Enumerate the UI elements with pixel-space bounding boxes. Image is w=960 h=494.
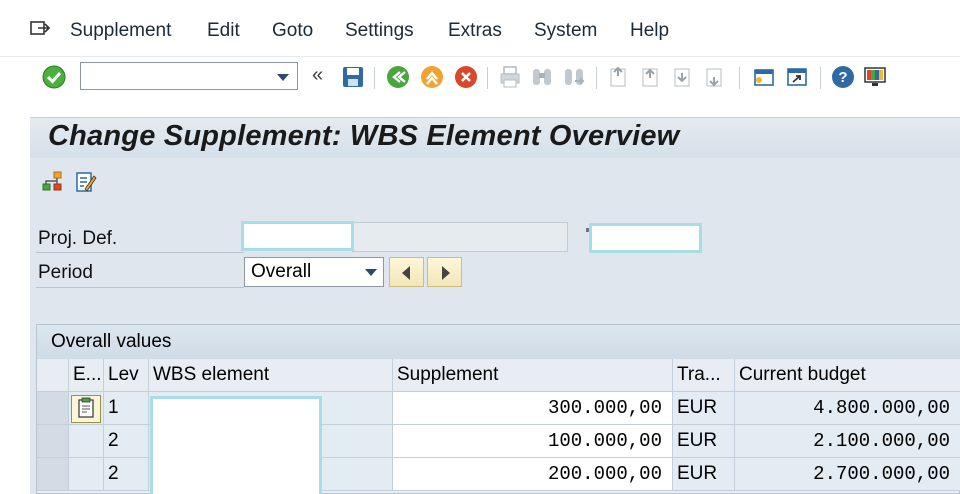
table-cell-lev: 2 (104, 458, 149, 491)
previous-page-icon[interactable] (639, 65, 663, 89)
edit-text-icon[interactable] (74, 170, 98, 194)
toolbar-separator (820, 67, 821, 89)
previous-period-button[interactable] (389, 257, 424, 287)
toolbar-separator (739, 67, 740, 89)
table-cell-current-budget: 4.800.000,00 (735, 392, 960, 425)
period-select[interactable]: Overall (244, 257, 384, 287)
table-cell-lev: 2 (104, 425, 149, 458)
period-value: Overall (251, 261, 312, 282)
proj-def-field[interactable] (241, 221, 354, 251)
table-cell-current-budget: 2.100.000,00 (735, 425, 960, 458)
row-selector-header[interactable] (37, 359, 69, 392)
wbs-element-highlight (150, 396, 322, 494)
menu-arrow-icon[interactable] (30, 20, 50, 38)
first-page-icon[interactable] (607, 65, 631, 89)
table-cell-lev: 1 (104, 392, 149, 425)
period-label: Period (38, 262, 93, 283)
double-chevron-left-icon[interactable]: « (312, 64, 323, 87)
hierarchy-icon[interactable] (40, 170, 64, 194)
find-next-icon[interactable] (562, 65, 586, 89)
table-caption-text: Overall values (51, 331, 172, 352)
menu-edit[interactable]: Edit (207, 20, 240, 42)
next-page-icon[interactable] (671, 65, 695, 89)
standard-toolbar: « ? (0, 57, 960, 99)
menu-system[interactable]: System (534, 20, 597, 42)
proj-def-secondary-field[interactable] (589, 223, 702, 253)
exit-icon[interactable] (420, 65, 444, 89)
table-cell-supplement[interactable]: 300.000,00 (393, 392, 673, 425)
menu-supplement[interactable]: Supplement (70, 20, 171, 42)
cancel-icon[interactable] (454, 65, 478, 89)
menu-help[interactable]: Help (630, 20, 669, 42)
table-cell-e[interactable] (69, 458, 104, 491)
toolbar-gap (0, 99, 960, 117)
next-period-button[interactable] (427, 257, 462, 287)
menu-extras[interactable]: Extras (448, 20, 502, 42)
field-underline (36, 287, 244, 288)
triangle-right-icon (442, 266, 450, 280)
table-cell-currency: EUR (673, 425, 735, 458)
row-selector[interactable] (37, 425, 69, 458)
table-cell-current-budget: 2.700.000,00 (735, 458, 960, 491)
table-cell-supplement[interactable]: 200.000,00 (393, 458, 673, 491)
row-selector[interactable] (37, 392, 69, 425)
column-header-current-budget[interactable]: Current budget (735, 359, 960, 392)
toolbar-separator (374, 67, 375, 89)
help-icon[interactable]: ? (831, 65, 855, 89)
menu-goto[interactable]: Goto (272, 20, 313, 42)
proj-def-description-field (352, 222, 568, 252)
print-icon[interactable] (498, 65, 522, 89)
table-cell-e[interactable] (69, 425, 104, 458)
column-header-wbs-element[interactable]: WBS element (149, 359, 393, 392)
toolbar-separator (487, 67, 488, 89)
table-cell-supplement[interactable]: 100.000,00 (393, 425, 673, 458)
triangle-left-icon (402, 266, 410, 280)
customize-layout-icon[interactable] (863, 65, 887, 89)
find-icon[interactable] (530, 65, 554, 89)
row-selector[interactable] (37, 458, 69, 491)
table-caption: Overall values (37, 325, 960, 360)
back-icon[interactable] (386, 65, 410, 89)
column-header-lev[interactable]: Lev (104, 359, 149, 392)
column-header-supplement[interactable]: Supplement (393, 359, 673, 392)
page-title: Change Supplement: WBS Element Overview (48, 120, 680, 152)
column-header-e[interactable]: E... (69, 359, 104, 392)
document-detail-icon (78, 397, 94, 418)
chevron-down-icon[interactable] (277, 74, 289, 81)
last-page-icon[interactable] (703, 65, 727, 89)
svg-text:?: ? (838, 69, 847, 86)
menu-bar: Supplement Edit Goto Settings Extras Sys… (0, 0, 960, 57)
field-underline (36, 252, 244, 253)
shortcut-icon[interactable] (785, 65, 809, 89)
application-toolbar (30, 158, 960, 208)
toolbar-separator (596, 67, 597, 89)
create-session-icon[interactable] (752, 65, 776, 89)
command-field[interactable] (80, 62, 298, 90)
table-cell-currency: EUR (673, 458, 735, 491)
detail-icon[interactable] (71, 395, 101, 423)
column-header-transaction-currency[interactable]: Tra... (673, 359, 735, 392)
save-icon[interactable] (341, 65, 365, 89)
proj-def-label: Proj. Def. (38, 228, 118, 249)
table-cell-currency: EUR (673, 392, 735, 425)
enter-check-icon[interactable] (42, 65, 66, 89)
chevron-down-icon[interactable] (365, 269, 377, 276)
menu-settings[interactable]: Settings (345, 20, 414, 42)
title-bar: Change Supplement: WBS Element Overview (30, 117, 960, 159)
